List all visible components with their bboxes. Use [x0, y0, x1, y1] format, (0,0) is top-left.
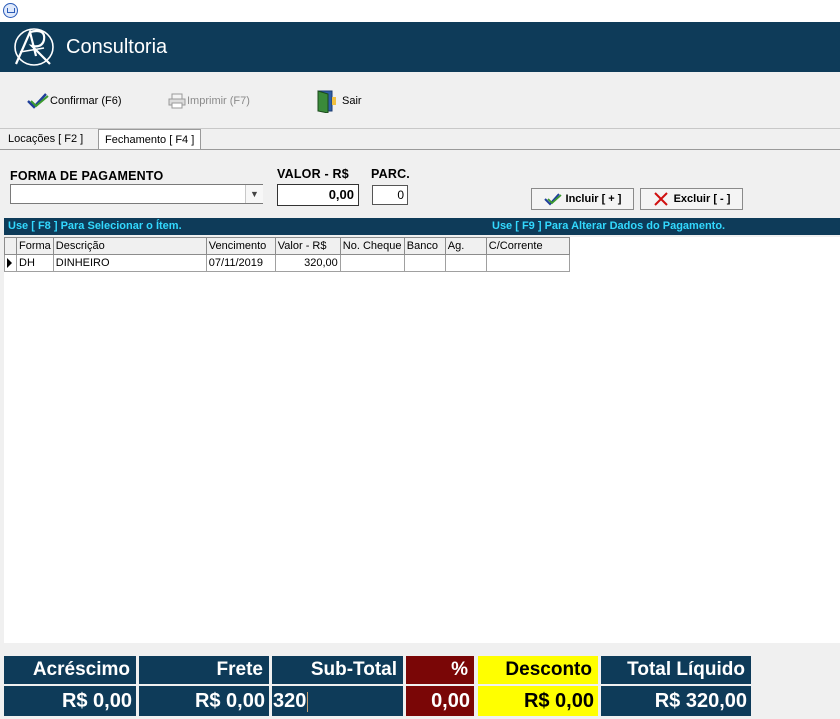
total-liquido-label: Total Líquido	[601, 656, 751, 684]
close-icon	[653, 192, 668, 206]
logo-icon	[14, 28, 54, 66]
text-cursor	[307, 691, 309, 712]
cell-vencimento[interactable]: 07/11/2019	[205, 254, 276, 272]
forma-label: FORMA DE PAGAMENTO	[10, 169, 164, 183]
printer-icon	[168, 93, 186, 109]
row-pointer-icon	[4, 254, 17, 272]
row-indicator-header	[4, 237, 17, 255]
exit-button[interactable]: Sair	[316, 88, 362, 114]
valor-label: VALOR - R$	[277, 167, 349, 181]
valor-input[interactable]: 0,00	[277, 184, 359, 206]
tab-fechamento[interactable]: Fechamento [ F4 ]	[98, 129, 202, 150]
incluir-button[interactable]: Incluir [ + ]	[531, 188, 634, 210]
parc-label: PARC.	[371, 167, 410, 181]
col-agencia[interactable]: Ag.	[444, 237, 487, 255]
brand-name: Consultoria	[66, 36, 168, 58]
excluir-label: Excluir [ - ]	[673, 193, 731, 205]
percent-value[interactable]: 0,00	[406, 686, 474, 716]
col-forma[interactable]: Forma	[16, 237, 54, 255]
subtotal-value[interactable]: 320	[272, 686, 403, 716]
payments-table[interactable]: Forma Descrição Vencimento Valor - R$ No…	[4, 237, 570, 272]
hint-edit-payment: Use [ F9 ] Para Alterar Dados do Pagamen…	[492, 220, 726, 232]
tab-divider	[0, 149, 840, 150]
col-cheque[interactable]: No. Cheque	[339, 237, 405, 255]
acrescimo-value[interactable]: R$ 0,00	[4, 686, 136, 716]
desconto-value[interactable]: R$ 0,00	[478, 686, 598, 716]
subtotal-label: Sub-Total	[272, 656, 403, 684]
col-banco[interactable]: Banco	[403, 237, 446, 255]
col-vencimento[interactable]: Vencimento	[205, 237, 276, 255]
cart-icon[interactable]	[3, 3, 18, 18]
cell-agencia[interactable]	[444, 254, 487, 272]
payments-grid[interactable]	[4, 237, 840, 643]
subtotal-text: 320	[273, 690, 307, 712]
desconto-label: Desconto	[478, 656, 598, 684]
cell-valor[interactable]: 320,00	[274, 254, 341, 272]
cell-cheque[interactable]	[339, 254, 405, 272]
table-header-row: Forma Descrição Vencimento Valor - R$ No…	[4, 237, 570, 255]
tab-locacoes[interactable]: Locações [ F2 ]	[2, 129, 89, 149]
toolbar	[0, 72, 840, 129]
exit-label: Sair	[342, 95, 362, 107]
parc-input[interactable]: 0	[372, 185, 408, 205]
confirm-button[interactable]: Confirmar (F6)	[26, 88, 122, 114]
col-valor[interactable]: Valor - R$	[274, 237, 341, 255]
title-strip	[0, 0, 840, 22]
cell-conta-corrente[interactable]	[485, 254, 570, 272]
cell-forma[interactable]: DH	[16, 254, 54, 272]
frete-label: Frete	[139, 656, 269, 684]
forma-pagamento-select[interactable]	[10, 184, 263, 204]
acrescimo-label: Acréscimo	[4, 656, 136, 684]
print-label: Imprimir (F7)	[187, 95, 250, 107]
confirm-label: Confirmar (F6)	[50, 95, 122, 107]
cell-descricao[interactable]: DINHEIRO	[52, 254, 207, 272]
door-exit-icon	[317, 90, 336, 113]
col-descricao[interactable]: Descrição	[52, 237, 207, 255]
cell-banco[interactable]	[403, 254, 446, 272]
double-check-icon	[543, 193, 562, 206]
table-row[interactable]: DH DINHEIRO 07/11/2019 320,00	[4, 254, 570, 272]
chevron-down-icon[interactable]: ▼	[245, 185, 263, 203]
percent-label: %	[406, 656, 474, 684]
incluir-label: Incluir [ + ]	[565, 193, 622, 205]
frete-value[interactable]: R$ 0,00	[139, 686, 269, 716]
total-liquido-value[interactable]: R$ 320,00	[601, 686, 751, 716]
excluir-button[interactable]: Excluir [ - ]	[640, 188, 743, 210]
print-button[interactable]: Imprimir (F7)	[167, 88, 250, 114]
col-conta-corrente[interactable]: C/Corrente	[485, 237, 570, 255]
double-check-icon	[27, 93, 49, 109]
hint-select-item: Use [ F8 ] Para Selecionar o Ítem.	[8, 220, 182, 232]
